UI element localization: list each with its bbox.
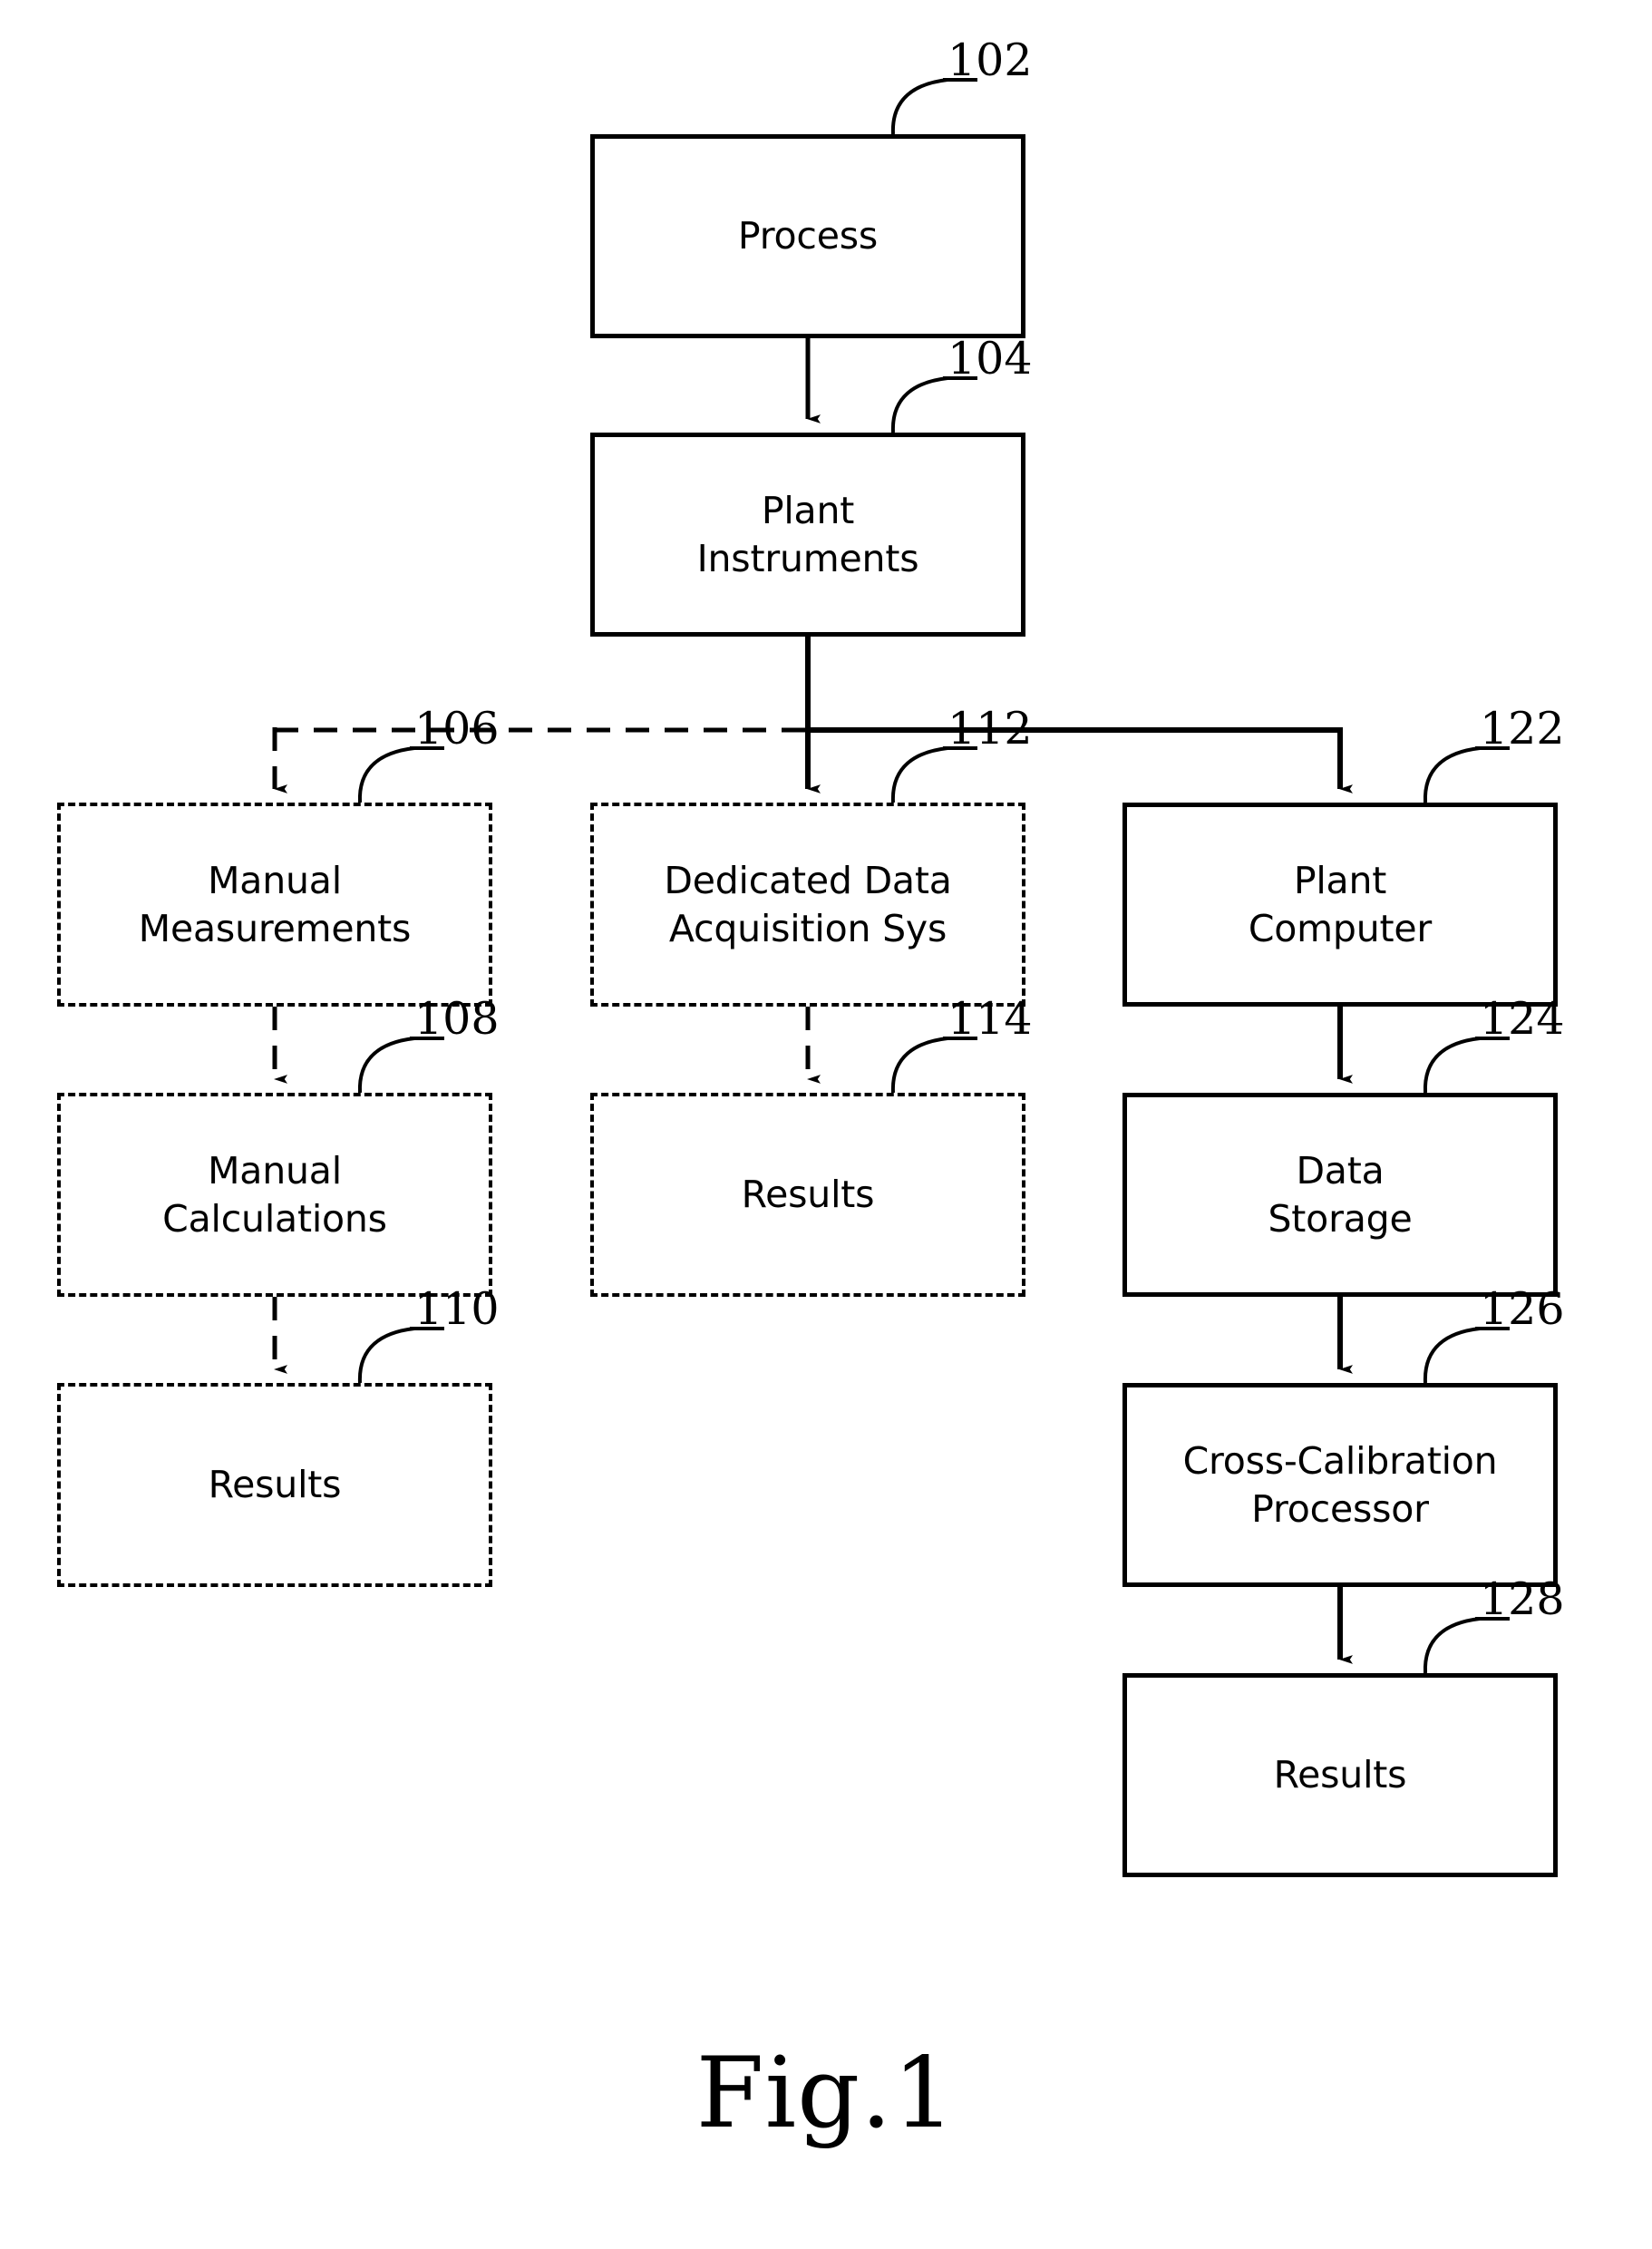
node-cross-calibration-processor[interactable]: Cross-Calibration Processor [1122, 1383, 1558, 1587]
leader-line-122 [1423, 746, 1510, 803]
ref-numeral-108: 108 [414, 993, 500, 1045]
node-daq-results[interactable]: Results [590, 1093, 1025, 1297]
leader-line-106 [357, 746, 444, 803]
leader-line-110 [357, 1327, 444, 1384]
node-dedicated-data-acquisition-sys-label: Dedicated Data Acquisition Sys [664, 859, 952, 950]
node-manual-results[interactable]: Results [57, 1383, 492, 1587]
ref-numeral-124: 124 [1480, 993, 1565, 1045]
ref-numeral-126: 126 [1480, 1283, 1565, 1335]
ref-numeral-122: 122 [1480, 703, 1565, 755]
node-data-storage[interactable]: Data Storage [1122, 1093, 1558, 1297]
node-manual-calculations-label: Manual Calculations [162, 1149, 387, 1241]
node-plant-instruments-label: Plant Instruments [696, 489, 919, 580]
node-manual-results-label: Results [208, 1463, 342, 1507]
node-manual-calculations[interactable]: Manual Calculations [57, 1093, 492, 1297]
ref-numeral-114: 114 [947, 993, 1033, 1045]
node-process[interactable]: Process [590, 134, 1025, 338]
leader-line-124 [1423, 1037, 1510, 1094]
node-cross-calibration-processor-label: Cross-Calibration Processor [1182, 1439, 1498, 1531]
leader-line-126 [1423, 1327, 1510, 1384]
ref-numeral-112: 112 [947, 703, 1033, 755]
ref-numeral-110: 110 [414, 1283, 500, 1335]
node-manual-measurements[interactable]: Manual Measurements [57, 803, 492, 1007]
ref-numeral-102: 102 [947, 34, 1033, 86]
ref-numeral-104: 104 [947, 333, 1033, 385]
node-plant-computer[interactable]: Plant Computer [1122, 803, 1558, 1007]
leader-line-102 [890, 78, 977, 135]
node-manual-measurements-label: Manual Measurements [138, 859, 412, 950]
leader-line-128 [1423, 1617, 1510, 1674]
patent-figure: Process Plant Instruments Manual Measure… [0, 0, 1652, 2249]
node-data-storage-label: Data Storage [1268, 1149, 1413, 1241]
node-dedicated-data-acquisition-sys[interactable]: Dedicated Data Acquisition Sys [590, 803, 1025, 1007]
leader-line-114 [890, 1037, 977, 1094]
node-plant-computer-label: Plant Computer [1248, 859, 1433, 950]
leader-line-104 [890, 376, 977, 433]
ref-numeral-128: 128 [1480, 1573, 1565, 1625]
ref-numeral-106: 106 [414, 703, 500, 755]
node-process-label: Process [737, 214, 879, 258]
node-cross-calibration-results[interactable]: Results [1122, 1673, 1558, 1877]
leader-line-108 [357, 1037, 444, 1094]
node-cross-calibration-results-label: Results [1273, 1753, 1407, 1797]
node-daq-results-label: Results [741, 1173, 875, 1217]
leader-line-112 [890, 746, 977, 803]
node-plant-instruments[interactable]: Plant Instruments [590, 433, 1025, 637]
figure-caption: Fig.1 [695, 2037, 957, 2150]
